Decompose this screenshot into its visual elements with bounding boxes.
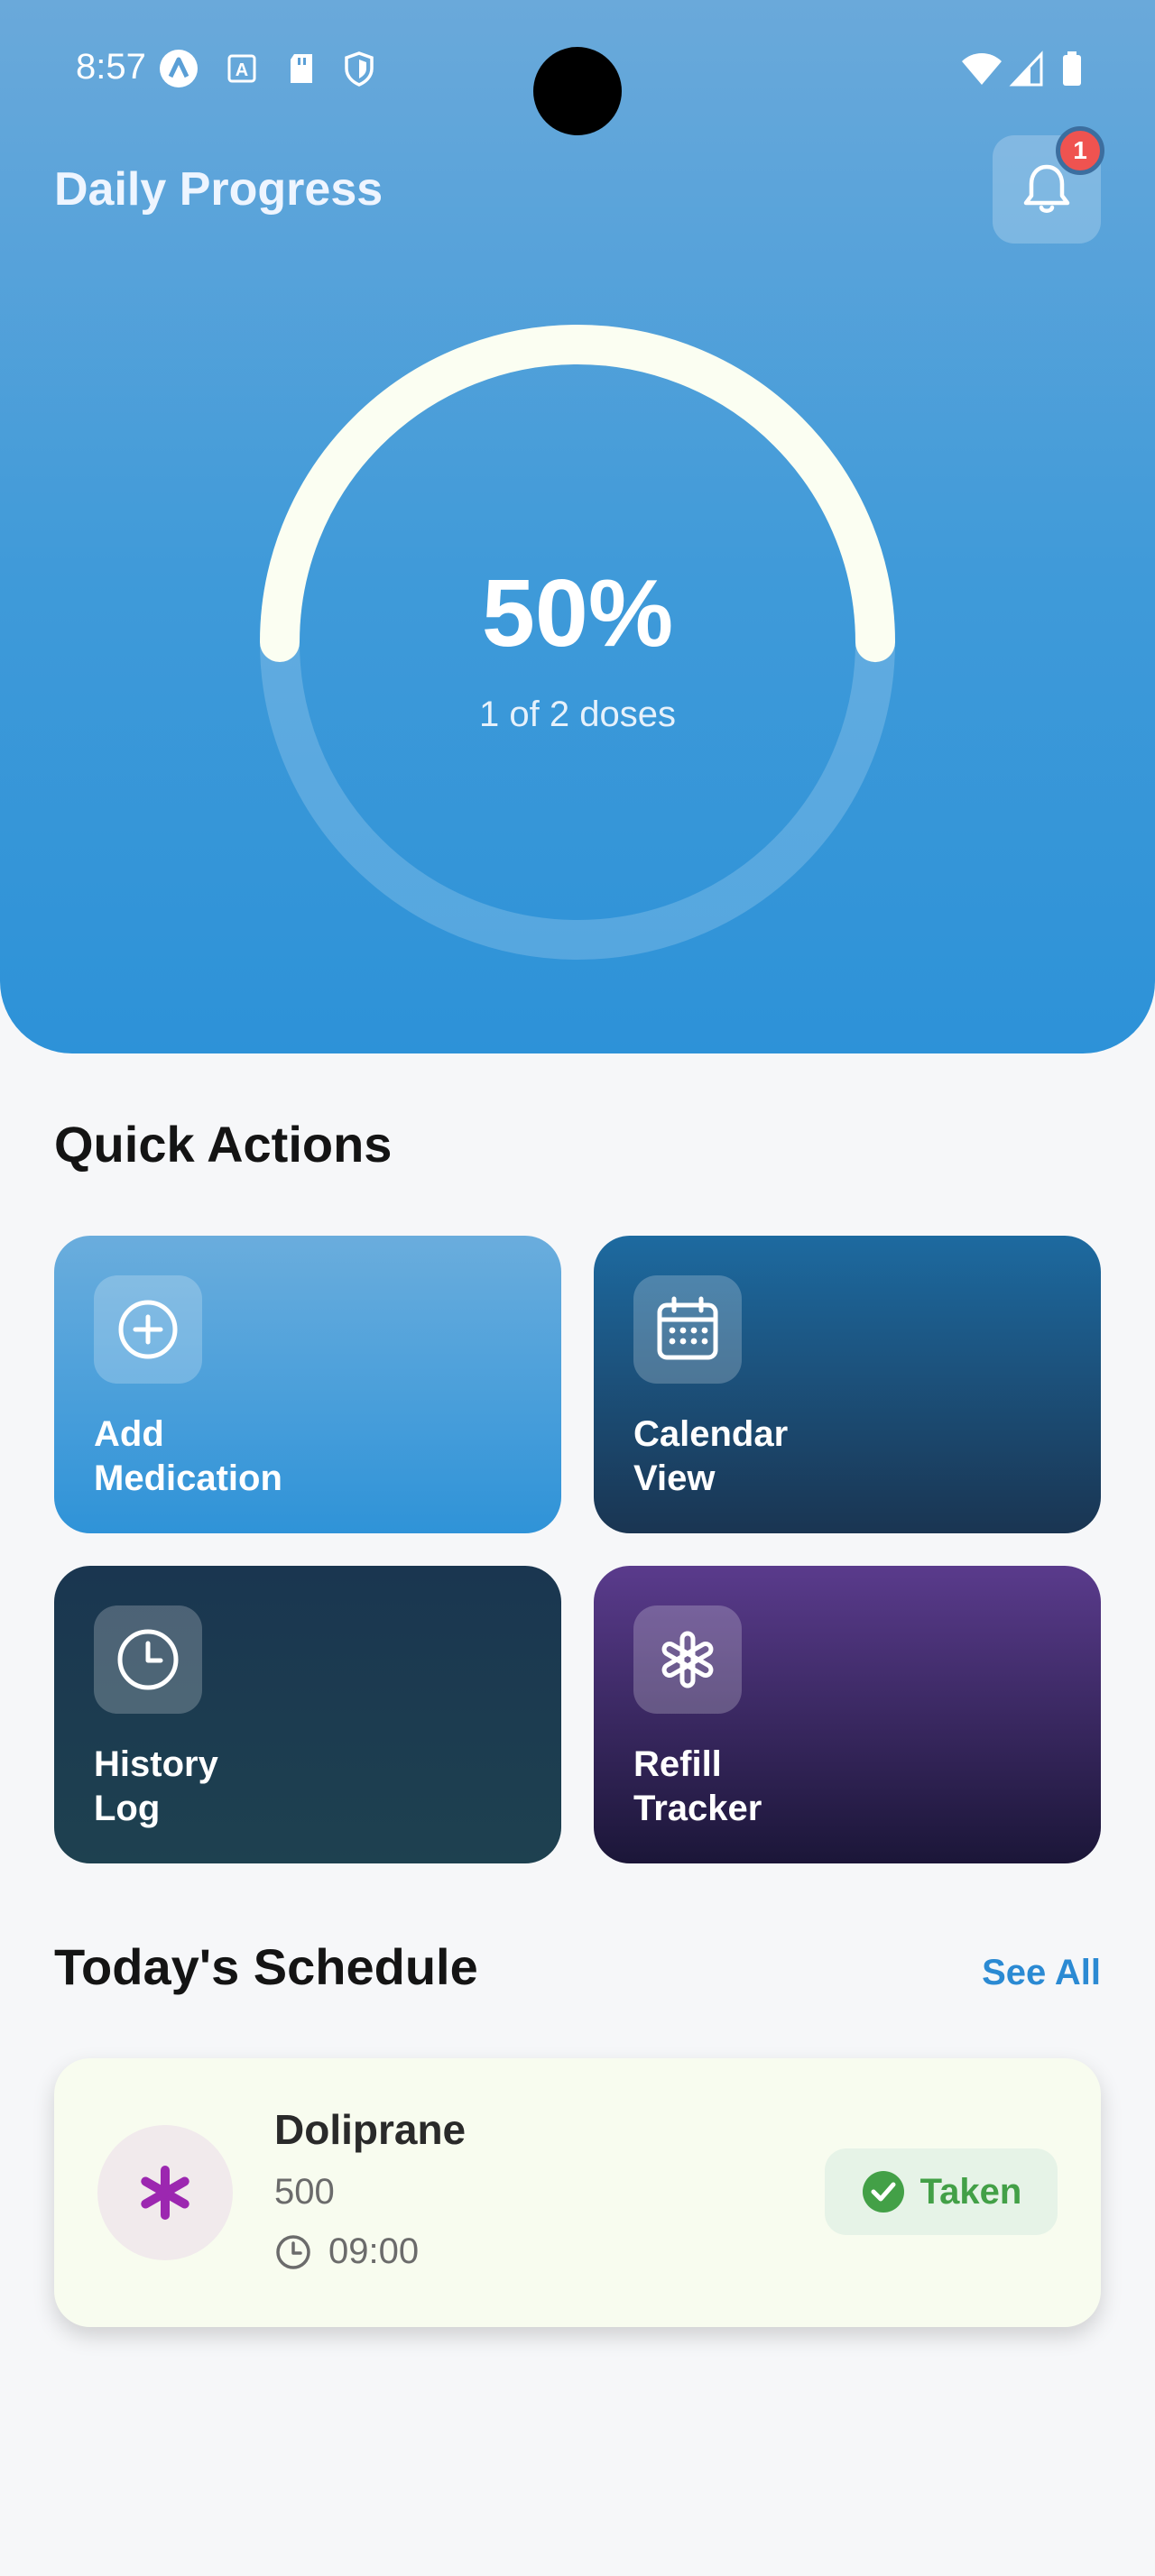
history-log-label: History Log: [94, 1744, 218, 1828]
clock-icon: [276, 2234, 310, 2269]
calendar-view-card[interactable]: Calendar View: [594, 1236, 1101, 1533]
medication-dose: 500: [274, 2172, 335, 2212]
see-all-link[interactable]: See All: [947, 1953, 1101, 1993]
medication-name: Doliprane: [274, 2106, 467, 2153]
medication-time: 09:00: [328, 2231, 420, 2271]
asterisk-icon: [141, 2166, 189, 2220]
signal-icon: [1009, 51, 1043, 87]
refill-tracker-card[interactable]: Refill Tracker: [594, 1566, 1101, 1863]
asterisk-icon: [661, 1631, 714, 1688]
refill-tracker-label: Refill Tracker: [633, 1744, 762, 1828]
status-label: Taken: [919, 2171, 1022, 2212]
progress-percent: 50%: [481, 560, 674, 667]
status-badge: Taken: [825, 2148, 1058, 2235]
status-time: 8:57: [76, 47, 146, 87]
progress-doses: 1 of 2 doses: [479, 695, 676, 734]
schedule-item[interactable]: Doliprane 500 09:00 Taken: [54, 2058, 1101, 2327]
a-accessibility-icon: A: [227, 54, 256, 83]
check-circle-icon: [862, 2171, 904, 2213]
battery-icon: [1063, 51, 1081, 86]
medication-avatar: [97, 2125, 233, 2260]
plus-circle-icon: [118, 1300, 178, 1359]
medication-time-row: 09:00: [274, 2231, 419, 2272]
page-title: Daily Progress: [54, 163, 383, 216]
camera-cutout: [533, 47, 622, 135]
a-logo-icon: [160, 50, 198, 87]
add-medication-card[interactable]: Add Medication: [54, 1236, 561, 1533]
quick-actions-title: Quick Actions: [54, 1116, 393, 1173]
sd-card-icon: [291, 54, 312, 83]
notification-badge: 1: [1056, 126, 1104, 175]
calendar-icon: [657, 1296, 718, 1360]
wifi-icon: [962, 53, 1002, 85]
calendar-view-label: Calendar View: [633, 1414, 789, 1498]
history-log-card[interactable]: History Log: [54, 1566, 561, 1863]
shield-icon: [345, 51, 374, 87]
schedule-title: Today's Schedule: [54, 1938, 478, 1995]
svg-text:A: A: [236, 60, 248, 80]
clock-icon: [117, 1629, 179, 1690]
add-medication-label: Add Medication: [94, 1414, 282, 1498]
progress-header: 8:57 A Daily Progress 1 50% 1 of 2 doses: [0, 0, 1155, 1053]
